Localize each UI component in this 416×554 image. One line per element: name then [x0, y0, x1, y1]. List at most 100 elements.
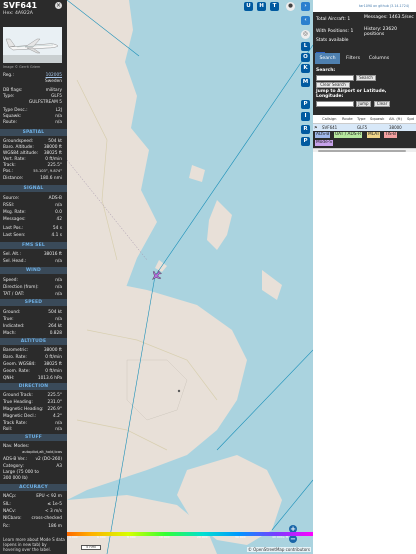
spatial-row: Pos.: 55.103°, 9.874°: [3, 169, 62, 174]
altitude-row: QNH: 1013.6 hPa: [3, 376, 62, 381]
col-altitude[interactable]: Alt. (ft): [389, 117, 402, 121]
signal-row: Source: ADS-B: [3, 196, 62, 201]
layers-icon[interactable]: ●: [286, 2, 295, 11]
stuff-row: 300 000 lb): [3, 476, 28, 481]
alt-label: 8 000: [127, 535, 136, 539]
source-mlat: MLAT: [367, 132, 381, 138]
hex-code: Hex: 4A922A: [3, 11, 33, 16]
toggle-r-button[interactable]: R: [301, 125, 310, 134]
accuracy-row: NICbaro: cross-checked: [3, 516, 62, 521]
signal-row: Last Seen: 4.1 s: [3, 233, 62, 238]
toggle-m-button[interactable]: M: [301, 78, 310, 87]
direction-row: Roll: n/a: [3, 427, 62, 432]
accuracy-row: NACv: < 3 m/s: [3, 509, 62, 514]
toggle-k-button[interactable]: K: [301, 64, 310, 73]
direction-row: True Heading: 231.0°: [3, 400, 62, 405]
tab-columns[interactable]: Columns: [366, 53, 392, 64]
version-link[interactable]: tar1090 on github (3.14.1724): [359, 4, 409, 8]
toggle-i-button[interactable]: I: [301, 112, 310, 121]
toggle-l-button[interactable]: L: [301, 42, 310, 51]
altitude-row: Geom. Rate: 0 ft/min: [3, 369, 62, 374]
version-bar: tar1090 on github (3.14.1724): [313, 0, 416, 12]
table-row[interactable]: ⚑ SVF641 GLF5 38000: [313, 124, 416, 131]
signal-row: Last Pos.: 54 s: [3, 226, 62, 231]
section-wind: WIND: [0, 267, 67, 274]
source-modes: Mode-S: [315, 140, 333, 146]
collapse-left-icon[interactable]: ‹: [301, 16, 310, 25]
speed-row: Ground: 504 kt: [3, 310, 62, 315]
info-row-typename: GULFSTREAM 5: [28, 100, 62, 105]
col-speed[interactable]: Spd: [407, 117, 414, 121]
panel-tabs: Search Filters Columns: [313, 53, 416, 65]
aircraft-list-panel: tar1090 on github (3.14.1724) Total Airc…: [313, 0, 416, 554]
toggle-h-button[interactable]: H: [257, 2, 266, 11]
toggle-p-button[interactable]: P: [301, 100, 310, 109]
mode-s-learn-more[interactable]: Learn more about Mode S data (opens in n…: [3, 537, 65, 553]
list-empty-area: [313, 152, 416, 554]
scale-bar: 5 nmi: [81, 545, 101, 550]
tab-search[interactable]: Search: [315, 53, 340, 64]
center-icon[interactable]: ◎: [301, 30, 310, 39]
speed-row: Indicated: 264 kt: [3, 324, 62, 329]
clear-search-button[interactable]: Clear Search: [316, 82, 350, 88]
signal-row: RSSI: n/a: [3, 203, 62, 208]
close-icon[interactable]: ×: [55, 2, 62, 9]
toggle-p2-button[interactable]: P: [301, 137, 310, 146]
tab-filters[interactable]: Filters: [342, 53, 364, 64]
jump-input[interactable]: [316, 101, 354, 107]
altitude-row: Barometric: 38000 ft: [3, 348, 62, 353]
section-stuff: STUFF: [0, 434, 67, 441]
direction-row: Ground Track: 225.5°: [3, 393, 62, 398]
col-callsign[interactable]: Callsign: [322, 117, 337, 121]
toggle-u-button[interactable]: U: [244, 2, 253, 11]
wind-row: Direction (from): n/a: [3, 285, 62, 290]
col-route[interactable]: Route: [342, 117, 353, 121]
aircraft-table-header: Callsign Route Type Squawk Alt. (ft) Spd: [313, 115, 416, 124]
row-callsign: SVF641: [322, 125, 338, 130]
total-aircraft: Total Aircraft: 1: [316, 17, 351, 22]
source-tisb: TIS-B: [384, 132, 397, 138]
accuracy-row: NACp: EPU < 92 m: [3, 494, 62, 499]
section-accuracy: ACCURACY: [0, 484, 67, 491]
expand-right-icon[interactable]: ›: [301, 2, 310, 11]
accuracy-row: SIL: ≤ 1e-5: [3, 502, 62, 507]
stats-panel: Total Aircraft: 1 With Positions: 1 Stat…: [313, 12, 416, 56]
messages-rate: Messages: 1463.5/sec: [364, 15, 414, 20]
alt-label: 20 000: [197, 535, 208, 539]
registration-link[interactable]: 102005: [46, 73, 62, 78]
speed-row: Mach: 0.828: [3, 331, 62, 336]
fms-row: Sel. Head.: n/a: [3, 259, 62, 264]
search-button[interactable]: Search: [356, 75, 376, 81]
map-view[interactable]: U H T ● › ‹ ◎ L O K M P I R P + − 4 000 …: [67, 0, 313, 554]
col-squawk[interactable]: Squawk: [370, 117, 384, 121]
clear-jump-button[interactable]: Clear: [374, 101, 390, 107]
info-row-route: Route: n/a: [3, 120, 62, 125]
stuff-row: ADS-B Ver.: v2 (DO-260): [3, 457, 62, 462]
spatial-row: Distance: 180.6 nmi: [3, 176, 62, 181]
search-label: Search:: [316, 68, 336, 73]
wind-row: TAT / OAT: n/a: [3, 292, 62, 297]
stats-available: Stats available: [316, 38, 349, 43]
fms-row: Sel. Alt.: 38016 ft: [3, 252, 62, 257]
search-input[interactable]: [316, 75, 354, 81]
aircraft-info-panel: SVF641 × Hex: 4A922A Image © Gerrit Grie…: [0, 0, 67, 554]
section-direction: DIRECTION: [0, 383, 67, 390]
alt-label: 6 000: [97, 535, 106, 539]
source-uat: UAT / ADS-R: [334, 132, 363, 138]
jump-label: Jump to Airport or Latitude, Longitude:: [316, 89, 387, 100]
toggle-t-button[interactable]: T: [270, 2, 279, 11]
col-type[interactable]: Type: [357, 117, 365, 121]
history-count: History: 23620 positions: [364, 27, 397, 37]
map-canvas[interactable]: [67, 0, 313, 554]
signal-row: Msg. Rate: 0.0: [3, 210, 62, 215]
aircraft-photo[interactable]: [3, 27, 62, 63]
section-fms: FMS SEL: [0, 242, 67, 249]
osm-attribution[interactable]: © OpenStreetMap contributors: [246, 547, 311, 552]
with-positions: With Positions: 1: [316, 29, 354, 34]
toggle-o-button[interactable]: O: [301, 53, 310, 62]
alt-label: 4 000: [69, 535, 78, 539]
altitude-row: Baro. Rate: 0 ft/min: [3, 355, 62, 360]
accuracy-row: Rc: 186 m: [3, 524, 62, 529]
jump-button[interactable]: Jump: [356, 101, 371, 107]
source-legend: ADS-B UAT / ADS-R MLAT TIS-B Mode-S: [313, 131, 416, 149]
